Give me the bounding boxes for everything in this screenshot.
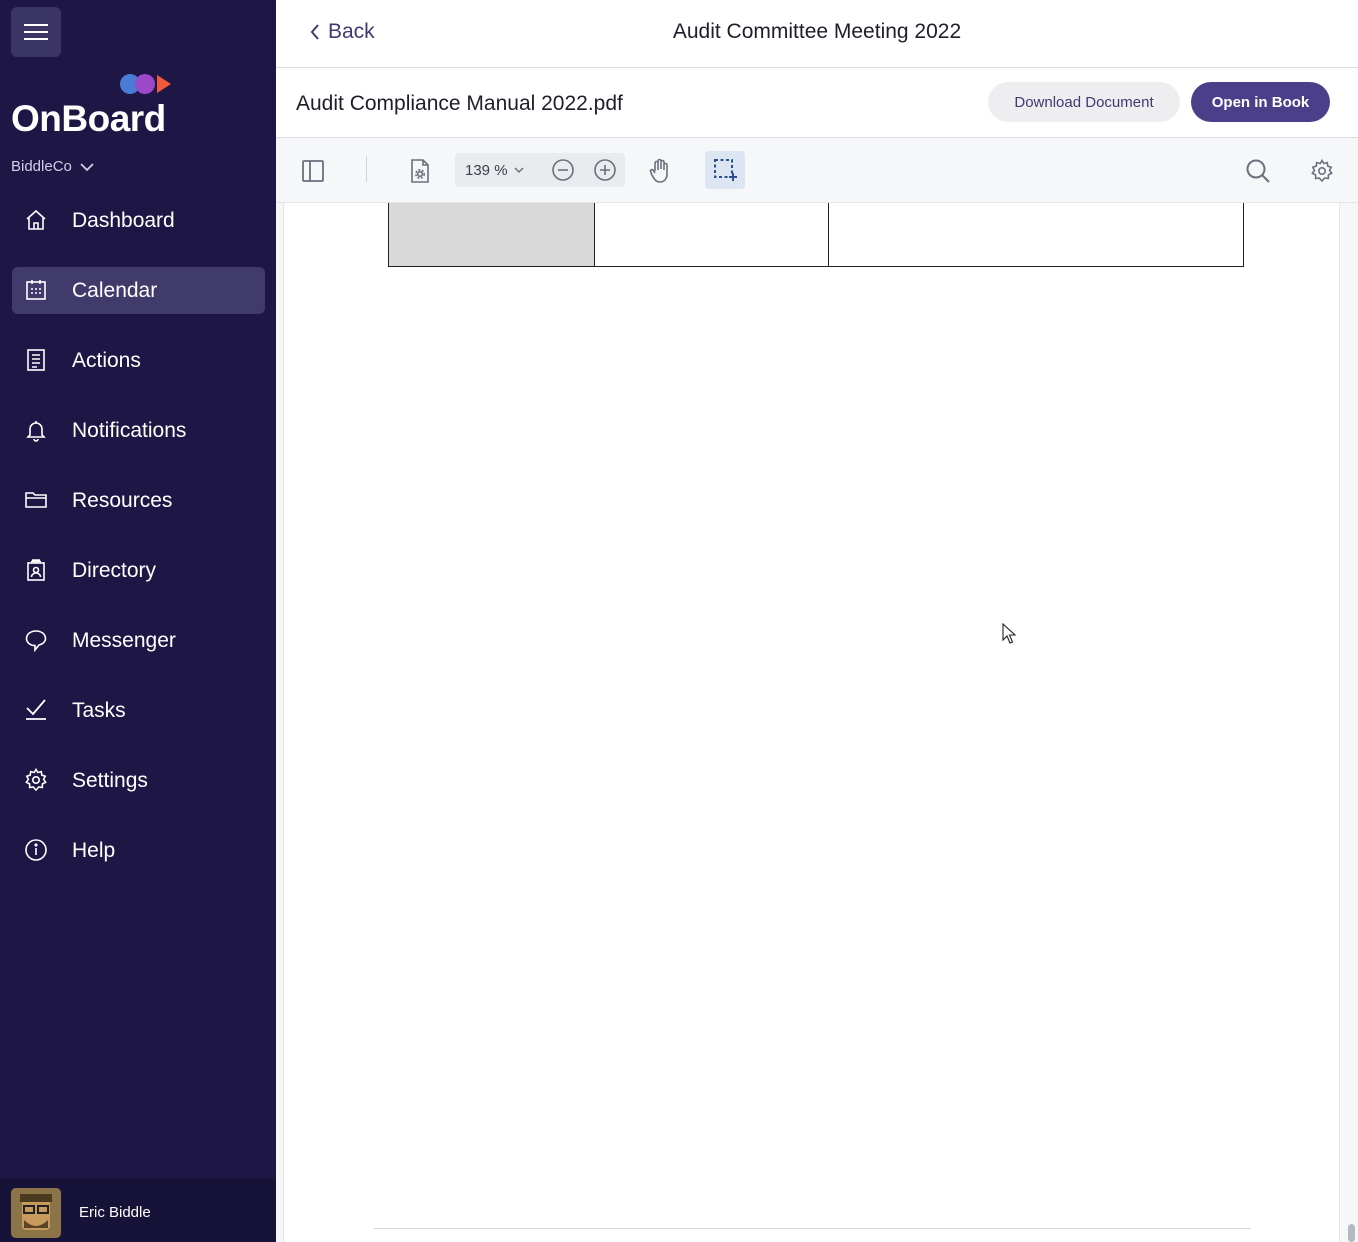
- sidebar-toggle-icon: [302, 160, 324, 182]
- hamburger-menu-button[interactable]: [11, 7, 61, 57]
- calendar-icon: [26, 280, 46, 300]
- gear-icon: [1311, 159, 1333, 183]
- page-settings-icon: [411, 159, 429, 183]
- brand-name: OnBoard: [11, 98, 166, 139]
- table-cell: [389, 203, 595, 266]
- download-document-button[interactable]: Download Document: [988, 82, 1180, 122]
- folder-icon: [25, 492, 47, 508]
- sidebar-item-actions[interactable]: Actions: [12, 337, 265, 384]
- open-in-book-button[interactable]: Open in Book: [1191, 82, 1330, 122]
- pan-hand-icon: [649, 158, 668, 183]
- info-icon: [25, 839, 47, 861]
- sidebar-item-label: Help: [72, 838, 116, 862]
- zoom-out-button[interactable]: [546, 153, 580, 187]
- document-table: [388, 203, 1244, 267]
- chevron-down-icon: [80, 162, 94, 171]
- area-select-button[interactable]: [705, 151, 745, 189]
- user-name: Eric Biddle: [79, 1204, 151, 1221]
- viewer-toolbar: 139 %: [276, 138, 1358, 203]
- page-footer-rule: [374, 1228, 1251, 1229]
- document-viewer[interactable]: [276, 203, 1358, 1242]
- search-button[interactable]: [1241, 154, 1275, 188]
- zoom-out-icon: [552, 159, 574, 181]
- zoom-dropdown[interactable]: 139 %: [465, 162, 524, 179]
- gear-icon: [25, 768, 47, 792]
- avatar: [11, 1188, 61, 1238]
- sidebar-item-label: Calendar: [72, 278, 158, 302]
- scrollbar-thumb[interactable]: [1348, 1224, 1355, 1242]
- sidebar-item-messenger[interactable]: Messenger: [12, 617, 265, 664]
- org-switcher[interactable]: BiddleCo: [11, 158, 94, 175]
- logo-mark-icon: [120, 74, 171, 94]
- chevron-down-icon: [514, 167, 524, 174]
- document-scrollbar[interactable]: [1344, 203, 1358, 1242]
- sidebar: OnBoard BiddleCo Dashboard Calendar Acti…: [0, 0, 276, 1242]
- page-title: Audit Committee Meeting 2022: [672, 20, 962, 43]
- sidebar-item-label: Tasks: [72, 698, 126, 722]
- sidebar-item-dashboard[interactable]: Dashboard: [12, 197, 265, 244]
- toolbar-divider: [366, 156, 367, 182]
- sidebar-item-label: Resources: [72, 488, 173, 512]
- search-icon: [1246, 159, 1270, 183]
- contacts-icon: [27, 559, 45, 581]
- avatar-image: [11, 1188, 61, 1238]
- pdf-page[interactable]: [283, 203, 1340, 1242]
- hamburger-icon: [24, 24, 48, 40]
- table-cell: [829, 203, 1243, 266]
- sidebar-item-label: Messenger: [72, 628, 176, 652]
- sidebar-item-label: Directory: [72, 558, 157, 582]
- pan-tool-button[interactable]: [643, 154, 677, 188]
- zoom-in-icon: [594, 159, 616, 181]
- check-icon: [26, 699, 46, 720]
- mouse-cursor-icon: [1002, 623, 1016, 644]
- sidebar-item-label: Actions: [72, 348, 141, 372]
- sidebar-item-tasks[interactable]: Tasks: [12, 687, 265, 734]
- sidebar-item-label: Notifications: [72, 418, 187, 442]
- sidebar-item-help[interactable]: Help: [12, 827, 265, 874]
- bell-icon: [26, 421, 46, 442]
- list-icon: [27, 349, 45, 371]
- viewer-settings-button[interactable]: [1305, 154, 1339, 188]
- sidebar-toggle-button[interactable]: [296, 154, 330, 188]
- document-title: Audit Compliance Manual 2022.pdf: [296, 92, 623, 115]
- sidebar-item-directory[interactable]: Directory: [12, 547, 265, 594]
- sidebar-item-resources[interactable]: Resources: [12, 477, 265, 524]
- org-name: BiddleCo: [11, 158, 72, 175]
- onboard-logo[interactable]: OnBoard: [11, 70, 181, 139]
- document-bar: Audit Compliance Manual 2022.pdf Downloa…: [276, 68, 1358, 138]
- zoom-in-button[interactable]: [588, 153, 622, 187]
- user-profile[interactable]: Eric Biddle: [0, 1178, 276, 1242]
- table-cell: [595, 203, 829, 266]
- sidebar-item-notifications[interactable]: Notifications: [12, 407, 265, 454]
- sidebar-item-calendar[interactable]: Calendar: [12, 267, 265, 314]
- top-bar: Back Audit Committee Meeting 2022: [276, 0, 1358, 68]
- zoom-value: 139 %: [465, 162, 508, 179]
- sidebar-item-label: Settings: [72, 768, 148, 792]
- area-select-icon: [714, 159, 737, 181]
- zoom-control: 139 %: [455, 153, 625, 187]
- sidebar-item-label: Dashboard: [72, 208, 175, 232]
- home-icon: [26, 209, 46, 230]
- page-settings-button[interactable]: [403, 154, 437, 188]
- sidebar-nav: Dashboard Calendar Actions Notifications…: [12, 197, 265, 897]
- chat-icon: [25, 630, 47, 652]
- sidebar-item-settings[interactable]: Settings: [12, 757, 265, 804]
